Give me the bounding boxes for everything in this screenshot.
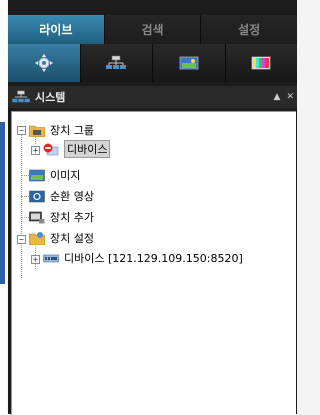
folder-camera-icon (29, 123, 45, 137)
device-tree: − 장치 그룹 + 디바이스 이미지 순환 영상 장치 추가 − 장치 설정 +… (11, 111, 296, 415)
tree-node-sequence[interactable]: 순환 영상 (29, 187, 94, 205)
sequence-video-icon (29, 189, 45, 203)
tree-node-image[interactable]: 이미지 (29, 166, 80, 184)
main-tabs: 라이브 검색 설정 (8, 15, 298, 44)
image-screen-icon (179, 56, 199, 70)
tree-node-device-address[interactable]: 디바이스 [121.129.109.150:8520] (43, 249, 243, 267)
image-screen-button[interactable] (152, 44, 225, 82)
tab-search[interactable]: 검색 (103, 15, 201, 44)
expand-toggle[interactable]: + (31, 255, 40, 264)
side-panel: 라이브 검색 설정 시스템 ▲ ✕ − 장치 그룹 + 디바이스 이미지 순환 … (8, 0, 298, 415)
image-screen-icon (29, 168, 45, 182)
system-panel-header: 시스템 ▲ ✕ (8, 86, 297, 108)
tree-node-device[interactable]: 디바이스 (43, 140, 111, 158)
tree-label: 장치 설정 (50, 232, 94, 245)
device-error-icon (43, 142, 59, 156)
color-bars-icon (251, 56, 271, 70)
tree-connector (21, 130, 22, 278)
tree-label: 이미지 (50, 169, 81, 182)
tree-label: 순환 영상 (50, 190, 94, 203)
color-bars-button[interactable] (224, 44, 297, 82)
network-tree-button[interactable] (79, 44, 152, 82)
network-tree-icon (12, 90, 30, 104)
tree-node-device-group[interactable]: 장치 그룹 (29, 121, 94, 139)
network-device-icon (43, 251, 59, 265)
collapse-toggle[interactable]: − (17, 126, 26, 135)
ptz-joystick-icon (34, 54, 53, 72)
panel-title: 시스템 (35, 91, 66, 104)
add-device-icon (29, 210, 45, 224)
folder-settings-icon (29, 231, 45, 245)
tree-label: 장치 그룹 (50, 124, 94, 137)
expand-toggle[interactable]: + (31, 146, 40, 155)
collapse-toggle[interactable]: − (17, 235, 26, 244)
tree-node-add-device[interactable]: 장치 추가 (29, 208, 94, 226)
pin-up-icon[interactable]: ▲ (274, 92, 281, 102)
close-icon[interactable]: ✕ (286, 92, 294, 102)
tree-label: 디바이스 [121.129.109.150:8520] (64, 252, 243, 265)
ptz-joystick-button[interactable] (8, 44, 80, 82)
tree-label: 장치 추가 (50, 211, 94, 224)
tab-settings[interactable]: 설정 (200, 15, 298, 44)
tab-live[interactable]: 라이브 (8, 15, 104, 44)
tree-node-device-settings[interactable]: 장치 설정 (29, 229, 94, 247)
left-accent-bar (0, 122, 5, 284)
view-toolbar (8, 44, 297, 82)
tree-label-selected: 디바이스 (64, 140, 111, 158)
network-tree-icon (106, 55, 127, 69)
